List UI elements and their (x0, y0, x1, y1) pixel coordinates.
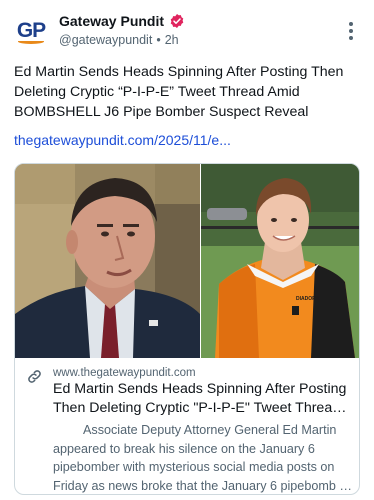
post-text-line: Ed Martin Sends Heads Spinning After Pos… (14, 64, 344, 80)
post-text: Ed Martin Sends Heads Spinning After Pos… (14, 62, 360, 122)
card-info[interactable]: www.thegatewaypundit.com Ed Martin Sends… (15, 358, 359, 494)
link-preview-card[interactable]: DIADORA www.thegatewaypundit.com Ed Mart… (14, 163, 360, 495)
more-vertical-icon[interactable] (348, 22, 354, 40)
avatar-swoosh (18, 39, 44, 44)
card-description-line: appeared to break his silence on the Jan… (53, 441, 315, 456)
post-text-line: Deleting Cryptic “P-I-P-E” Tweet Thread … (14, 84, 300, 100)
card-image[interactable]: DIADORA (15, 164, 360, 358)
post-time: 2h (164, 33, 179, 47)
card-title-line: Ed Martin Sends Heads Spinning After Pos… (53, 381, 347, 397)
jersey-brand-text: DIADORA (296, 296, 320, 302)
name-row: Gateway Pundit (59, 13, 185, 29)
card-domain: www.thegatewaypundit.com (53, 367, 196, 379)
post-link[interactable]: thegatewaypundit.com/2025/11/e... (14, 132, 231, 148)
avatar[interactable]: GP (14, 14, 48, 48)
card-title[interactable]: Ed Martin Sends Heads Spinning After Pos… (53, 380, 351, 418)
verified-badge-icon (170, 14, 184, 28)
handle-row: @gatewaypundit • 2h (59, 33, 179, 47)
post-header: GP Gateway Pundit @gatewaypundit • 2h (14, 12, 360, 52)
post-text-line: BOMBSHELL J6 Pipe Bomber Suspect Reveal (14, 104, 309, 120)
separator: • (156, 33, 161, 47)
card-description-line: Associate Deputy Attorney General Ed Mar… (83, 423, 337, 437)
link-icon (28, 370, 41, 383)
card-description: Associate Deputy Attorney General Ed Mar… (53, 421, 353, 494)
card-description-line: pipebomber with mysterious social media … (53, 460, 335, 474)
display-name[interactable]: Gateway Pundit (59, 13, 164, 29)
card-title-line: Then Deleting Cryptic "P-I-P-E" Tweet Th… (53, 400, 351, 416)
person-in-orange-jersey-photo: DIADORA (201, 164, 359, 358)
handle[interactable]: @gatewaypundit (59, 33, 152, 47)
card-description-line: Friday as news broke that the January 6 … (53, 478, 353, 493)
man-in-suit-photo (15, 164, 200, 358)
